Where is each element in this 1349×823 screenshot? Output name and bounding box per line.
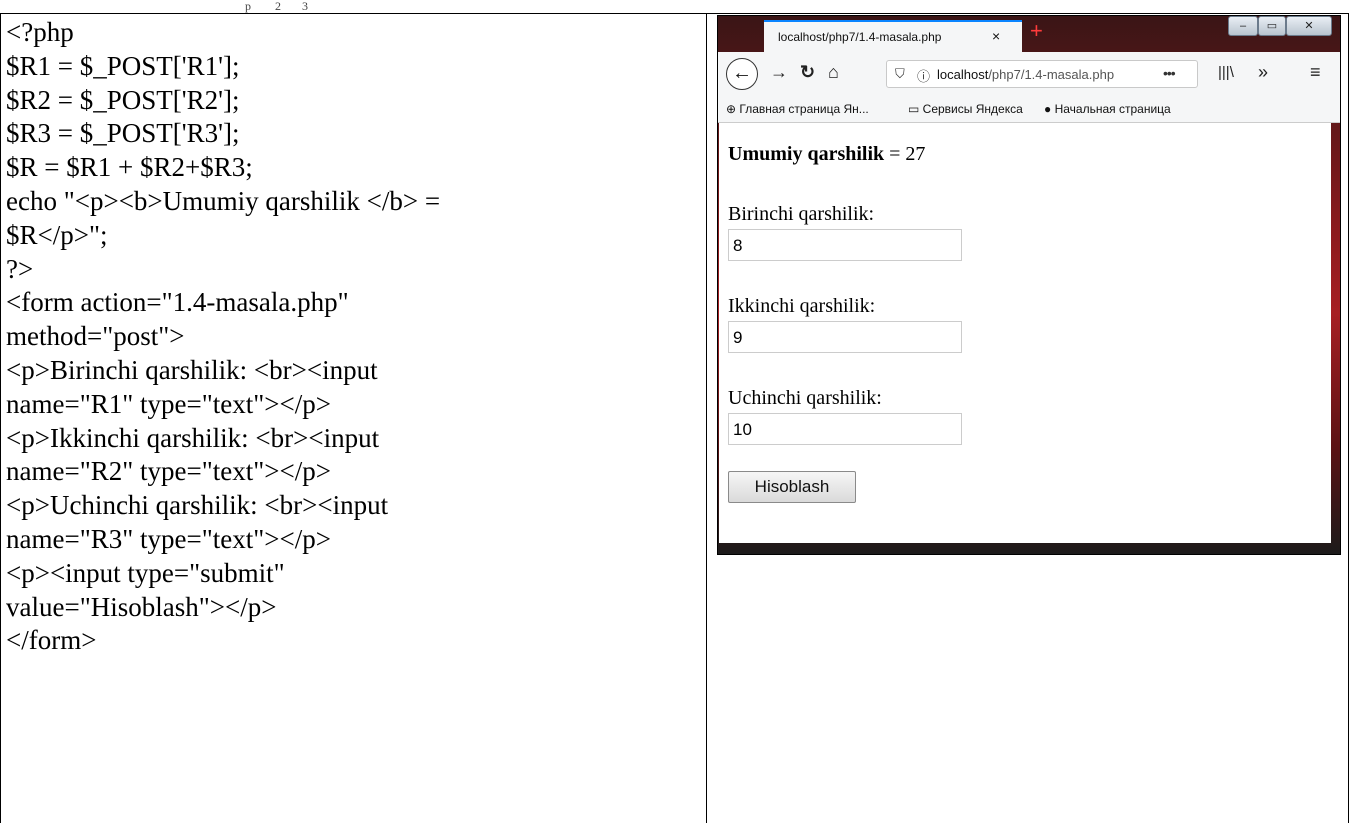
code-line: name="R3" type="text"></p> <box>6 523 331 554</box>
r1-label: Birinchi qarshilik: <box>728 203 875 225</box>
info-icon[interactable]: ⓘ <box>917 66 930 85</box>
address-bar[interactable]: ⛉ ⓘ localhost/php7/1.4-masala.php ••• <box>886 60 1198 88</box>
code-line: <p>Birinchi qarshilik: <br><input <box>6 354 378 385</box>
code-line: ?> <box>6 253 34 284</box>
browser-tab[interactable]: localhost/php7/1.4-masala.php × <box>764 20 1022 52</box>
r3-label: Uchinchi qarshilik: <box>728 387 882 409</box>
back-arrow-icon[interactable]: ← <box>726 58 758 90</box>
maximize-icon[interactable]: ▭ <box>1258 16 1286 36</box>
shield-icon[interactable]: ⛉ <box>895 66 905 82</box>
new-tab-icon[interactable]: + <box>1030 18 1043 44</box>
code-line: <p><input type="submit" <box>6 557 285 588</box>
code-line: $R1 = $_POST['R1']; <box>6 50 240 81</box>
url-text: localhost/php7/1.4-masala.php <box>937 67 1115 82</box>
library-icon[interactable]: |||\ <box>1218 64 1234 81</box>
home-icon[interactable]: ⌂ <box>828 62 839 83</box>
code-line: name="R1" type="text"></p> <box>6 388 331 419</box>
r3-input[interactable]: 10 <box>728 413 962 445</box>
r2-input[interactable]: 9 <box>728 321 962 353</box>
bookmarks-bar: ⊕ Главная страница Ян... ▭ Сервисы Яндек… <box>718 98 1340 123</box>
tab-bar: localhost/php7/1.4-masala.php × + – ▭ ✕ <box>718 16 1340 52</box>
web-page-content: Umumiy qarshilik = 27 Birinchi qarshilik… <box>719 123 1331 543</box>
hisoblash-button[interactable]: Hisoblash <box>728 471 856 503</box>
code-line: $R = $R1 + $R2+$R3; <box>6 152 253 183</box>
close-window-icon[interactable]: ✕ <box>1286 16 1332 36</box>
code-line: $R2 = $_POST['R2']; <box>6 84 240 115</box>
code-line: <p>Uchinchi qarshilik: <br><input <box>6 490 389 521</box>
code-line: <form action="1.4-masala.php" <box>6 287 349 318</box>
overflow-chevron-icon[interactable]: » <box>1258 62 1268 83</box>
code-line: $R3 = $_POST['R3']; <box>6 118 240 149</box>
r2-label: Ikkinchi qarshilik: <box>728 295 876 317</box>
forward-arrow-icon[interactable]: → <box>770 62 788 83</box>
code-line: $R</p>"; <box>6 219 108 250</box>
code-line: <?php <box>6 17 74 47</box>
tab-title: localhost/php7/1.4-masala.php <box>778 30 942 44</box>
window-controls: – ▭ ✕ <box>1218 16 1338 38</box>
bookmark-item[interactable]: ⊕ Главная страница Ян... <box>726 102 869 116</box>
code-line: </form> <box>6 625 97 656</box>
r1-input[interactable]: 8 <box>728 229 962 261</box>
browser-screenshot: localhost/php7/1.4-masala.php × + – ▭ ✕ … <box>717 15 1341 555</box>
code-line: value="Hisoblash"></p> <box>6 591 277 622</box>
table-column-divider <box>706 13 707 823</box>
navigation-toolbar: ← → ↻ ⌂ ⛉ ⓘ localhost/php7/1.4-masala.ph… <box>718 52 1340 98</box>
code-line: echo "<p><b>Umumiy qarshilik </b> = <box>6 185 441 216</box>
bookmark-folder[interactable]: ▭ Сервисы Яндекса <box>908 102 1023 116</box>
minimize-icon[interactable]: – <box>1228 16 1258 36</box>
php-code-listing: <?php $R1 = $_POST['R1']; $R2 = $_POST['… <box>6 16 696 658</box>
hamburger-menu-icon[interactable]: ≡ <box>1310 62 1321 83</box>
table-top-border <box>0 13 1349 14</box>
bookmark-item[interactable]: ● Начальная страница <box>1044 102 1171 116</box>
close-tab-icon[interactable]: × <box>992 28 1000 44</box>
result-text: Umumiy qarshilik = 27 <box>728 143 926 165</box>
table-left-border <box>0 13 1 823</box>
code-line: method="post"> <box>6 321 185 352</box>
page-actions-icon[interactable]: ••• <box>1163 65 1176 81</box>
code-line: name="R2" type="text"></p> <box>6 456 331 487</box>
reload-icon[interactable]: ↻ <box>800 62 815 83</box>
header-fragment: p 2 3 <box>245 0 308 13</box>
code-line: <p>Ikkinchi qarshilik: <br><input <box>6 422 380 453</box>
